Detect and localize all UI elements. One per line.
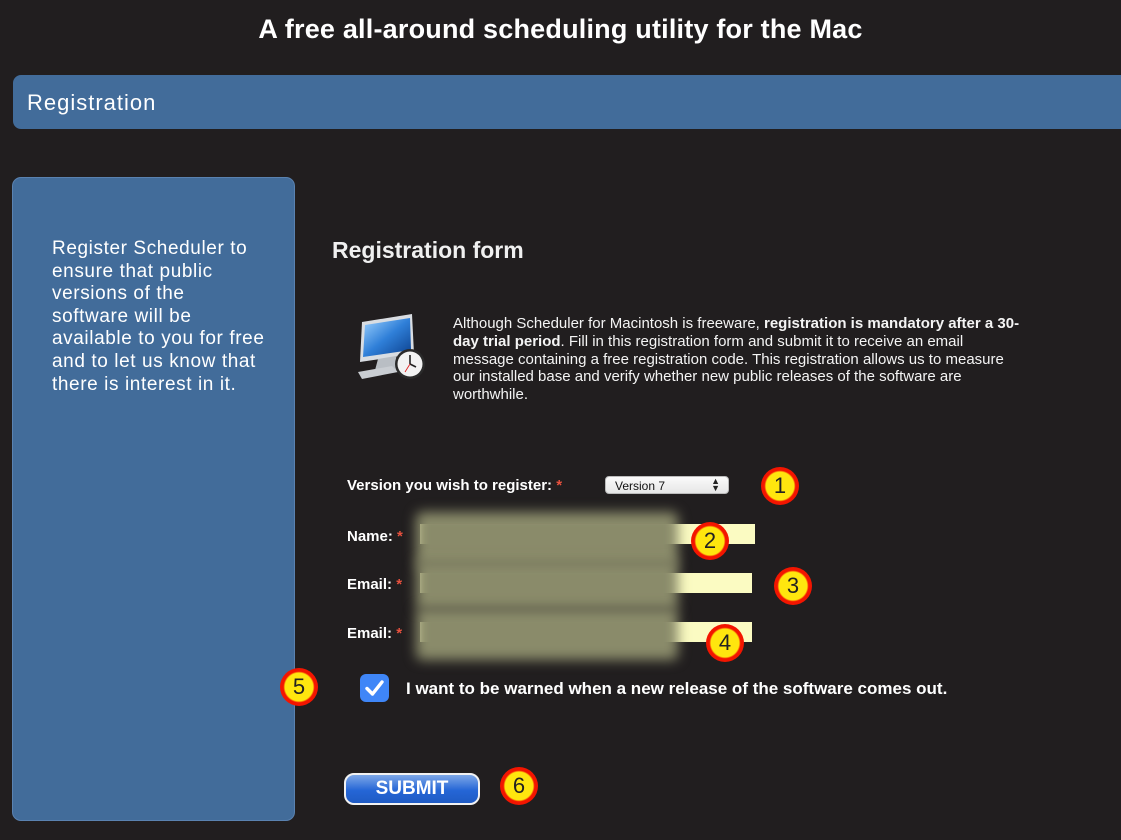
intro-paragraph: Although Scheduler for Macintosh is free…: [453, 315, 1028, 404]
page: A free all-around scheduling utility for…: [0, 0, 1121, 840]
name-label: Name: *: [347, 528, 403, 545]
name-label-text: Name:: [347, 528, 393, 545]
annotation-badge-4: 4: [706, 624, 744, 662]
warn-checkbox[interactable]: [360, 674, 389, 702]
email-label: Email: *: [347, 576, 402, 593]
email-confirm-label-text: Email:: [347, 625, 393, 642]
intro-text-prefix: Although Scheduler for Macintosh is free…: [453, 315, 764, 332]
redacted-name: [416, 512, 678, 567]
redacted-email: [416, 560, 678, 610]
site-title: A free all-around scheduling utility for…: [258, 14, 863, 44]
version-select-value: Version 7: [615, 479, 666, 493]
section-header-bar: Registration: [13, 75, 1121, 129]
required-marker: *: [396, 625, 403, 642]
required-marker: *: [556, 477, 563, 494]
required-marker: *: [397, 528, 403, 545]
version-label: Version you wish to register: *: [347, 477, 562, 494]
submit-button[interactable]: SUBMIT: [344, 773, 480, 805]
version-select[interactable]: Version 7 ▲ ▼: [605, 476, 729, 494]
redacted-email-confirm: [416, 608, 678, 660]
sidebar-text: Register Scheduler to ensure that public…: [52, 238, 265, 395]
annotation-badge-2: 2: [691, 522, 729, 560]
annotation-badge-3: 3: [774, 567, 812, 605]
sidebar-panel: Register Scheduler to ensure that public…: [12, 177, 295, 821]
required-marker: *: [396, 576, 403, 593]
annotation-badge-1: 1: [761, 467, 799, 505]
email-confirm-label: Email: *: [347, 625, 402, 642]
imac-clock-icon: [358, 314, 425, 379]
annotation-badge-6: 6: [500, 767, 538, 805]
version-label-text: Version you wish to register:: [347, 477, 553, 494]
checkmark-icon: [365, 680, 384, 696]
email-label-text: Email:: [347, 576, 393, 593]
annotation-badge-5: 5: [280, 668, 318, 706]
section-title: Registration: [27, 90, 157, 115]
warn-checkbox-label: I want to be warned when a new release o…: [406, 679, 948, 698]
form-heading: Registration form: [332, 237, 524, 263]
updown-arrows-icon: ▲ ▼: [711, 476, 720, 493]
